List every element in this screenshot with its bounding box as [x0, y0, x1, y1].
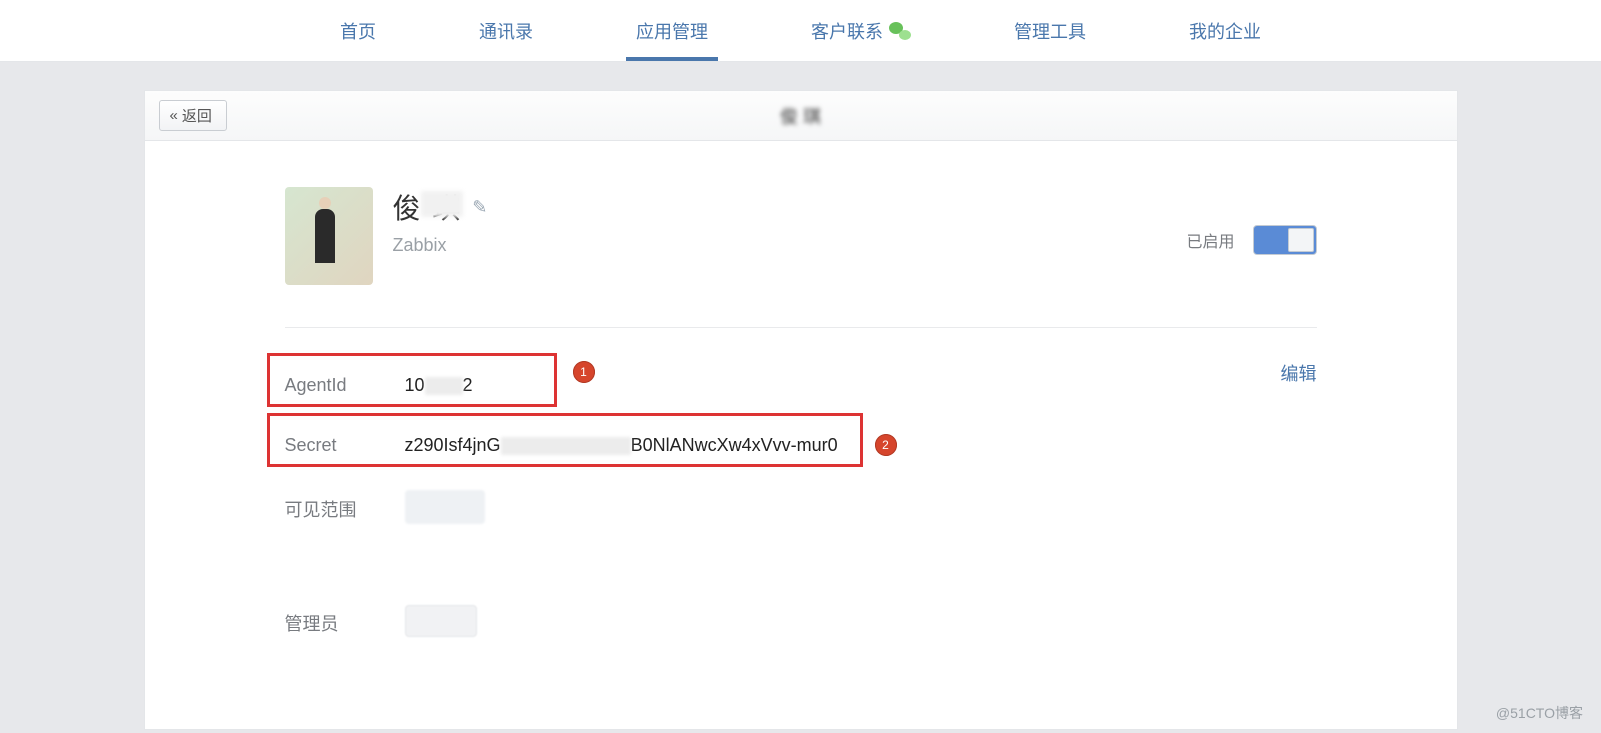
panel-title: 俊 琪 — [758, 103, 844, 129]
admin-label: 管理员 — [285, 610, 405, 636]
back-button[interactable]: « 返回 — [159, 100, 227, 131]
visible-scope-label: 可见范围 — [285, 496, 405, 522]
row-secret: Secret z290Isf4jnGB0NlANwcXw4xVvv-mur0 2 — [285, 418, 1317, 472]
secret-label: Secret — [285, 435, 405, 456]
watermark: @51CTO博客 — [1496, 703, 1583, 723]
page-body: « 返回 俊 琪 俊 琪 ✎ Zabbix — [0, 62, 1601, 730]
enabled-toggle[interactable] — [1253, 225, 1317, 255]
agentid-value: 102 — [405, 375, 473, 396]
agentid-label: AgentId — [285, 375, 405, 396]
nav-contacts[interactable]: 通讯录 — [469, 0, 543, 61]
nav-apps[interactable]: 应用管理 — [626, 0, 718, 61]
app-logo — [285, 187, 373, 285]
row-visible-scope: 可见范围 — [285, 482, 1317, 536]
row-agentid: AgentId 102 1 — [285, 358, 1317, 412]
back-label: 返回 — [182, 105, 212, 126]
app-header: 俊 琪 ✎ Zabbix 已启用 — [285, 187, 1317, 328]
admin-value — [405, 605, 477, 642]
chevron-left-icon: « — [170, 107, 178, 124]
panel-header: « 返回 俊 琪 — [145, 91, 1457, 141]
enable-block: 已启用 — [1186, 225, 1316, 255]
nav-label: 管理工具 — [1014, 18, 1086, 44]
row-admin: 管理员 — [285, 596, 1317, 650]
edit-name-icon[interactable]: ✎ — [472, 197, 487, 218]
panel-content: 俊 琪 ✎ Zabbix 已启用 编辑 AgentId — [145, 141, 1457, 650]
app-subtitle: Zabbix — [393, 235, 488, 256]
nav-customer[interactable]: 客户联系 — [801, 0, 921, 61]
panel: « 返回 俊 琪 俊 琪 ✎ Zabbix — [144, 90, 1458, 730]
nav-label: 客户联系 — [811, 18, 883, 44]
nav-tools[interactable]: 管理工具 — [1004, 0, 1096, 61]
top-nav: 首页 通讯录 应用管理 客户联系 管理工具 我的企业 — [0, 0, 1601, 62]
info-rows: 编辑 AgentId 102 1 Secret z290Isf4jnGB0NlA… — [285, 328, 1317, 650]
secret-value: z290Isf4jnGB0NlANwcXw4xVvv-mur0 — [405, 435, 838, 456]
annotation-badge-2: 2 — [875, 434, 897, 456]
nav-label: 应用管理 — [636, 18, 708, 44]
nav-label: 我的企业 — [1189, 18, 1261, 44]
nav-home[interactable]: 首页 — [330, 0, 386, 61]
enabled-label: 已启用 — [1186, 228, 1234, 252]
annotation-badge-1: 1 — [573, 361, 595, 383]
nav-label: 通讯录 — [479, 18, 533, 44]
wechat-icon — [889, 22, 911, 40]
nav-label: 首页 — [340, 18, 376, 44]
nav-company[interactable]: 我的企业 — [1179, 0, 1271, 61]
app-name: 俊 琪 — [393, 187, 463, 227]
visible-scope-value — [405, 490, 485, 529]
